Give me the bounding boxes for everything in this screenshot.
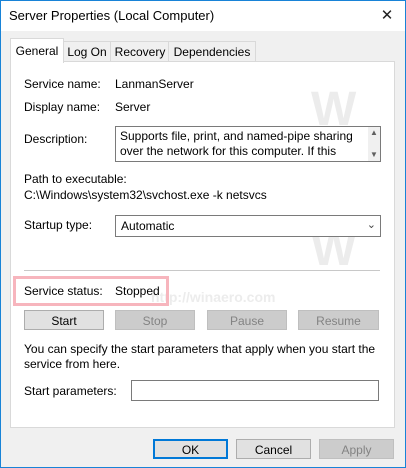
tab-dependencies[interactable]: Dependencies — [168, 41, 256, 62]
title-bar[interactable]: Server Properties (Local Computer) ✕ — [1, 1, 405, 31]
chevron-down-icon: ⌄ — [366, 219, 376, 231]
close-icon[interactable]: ✕ — [375, 4, 399, 28]
startup-type-value: Automatic — [121, 219, 175, 233]
description-text: Supports file, print, and named-pipe sha… — [120, 129, 353, 161]
window-title: Server Properties (Local Computer) — [9, 8, 215, 23]
resume-button[interactable]: Resume — [298, 310, 379, 330]
pause-button[interactable]: Pause — [207, 310, 287, 330]
scroll-up-icon[interactable]: ▲ — [370, 129, 378, 137]
path-label: Path to executable: — [24, 172, 127, 186]
description-label: Description: — [24, 132, 88, 146]
start-button[interactable]: Start — [24, 310, 104, 330]
path-value: C:\Windows\system32\svchost.exe -k netsv… — [24, 188, 267, 202]
tab-general[interactable]: General — [10, 38, 64, 63]
properties-dialog: Server Properties (Local Computer) ✕ Gen… — [0, 0, 406, 468]
scroll-down-icon[interactable]: ▼ — [370, 151, 378, 159]
tab-recovery[interactable]: Recovery — [110, 41, 170, 62]
description-box[interactable]: Supports file, print, and named-pipe sha… — [115, 126, 381, 162]
service-name-label: Service name: — [24, 77, 101, 91]
stop-button[interactable]: Stop — [115, 310, 195, 330]
start-params-input[interactable] — [131, 380, 379, 401]
watermark-text: http://winaero.com — [151, 289, 276, 305]
startup-type-select[interactable]: Automatic ⌄ — [115, 215, 381, 237]
apply-button[interactable]: Apply — [319, 439, 394, 459]
service-status-label: Service status: — [24, 284, 103, 298]
description-scrollbar[interactable]: ▲ ▼ — [368, 127, 380, 161]
service-name-value: LanmanServer — [115, 77, 194, 91]
divider — [24, 270, 380, 271]
start-params-label: Start parameters: — [24, 384, 117, 398]
display-name-value: Server — [115, 100, 151, 114]
tab-log-on[interactable]: Log On — [62, 41, 112, 62]
display-name-label: Display name: — [24, 100, 101, 114]
general-panel: W W http://winaero.com Service name: Lan… — [10, 61, 395, 428]
ok-button[interactable]: OK — [153, 439, 228, 459]
service-status-value: Stopped — [115, 284, 160, 298]
cancel-button[interactable]: Cancel — [236, 439, 311, 459]
startup-type-label: Startup type: — [24, 218, 93, 232]
start-params-help: You can specify the start parameters tha… — [24, 342, 376, 371]
